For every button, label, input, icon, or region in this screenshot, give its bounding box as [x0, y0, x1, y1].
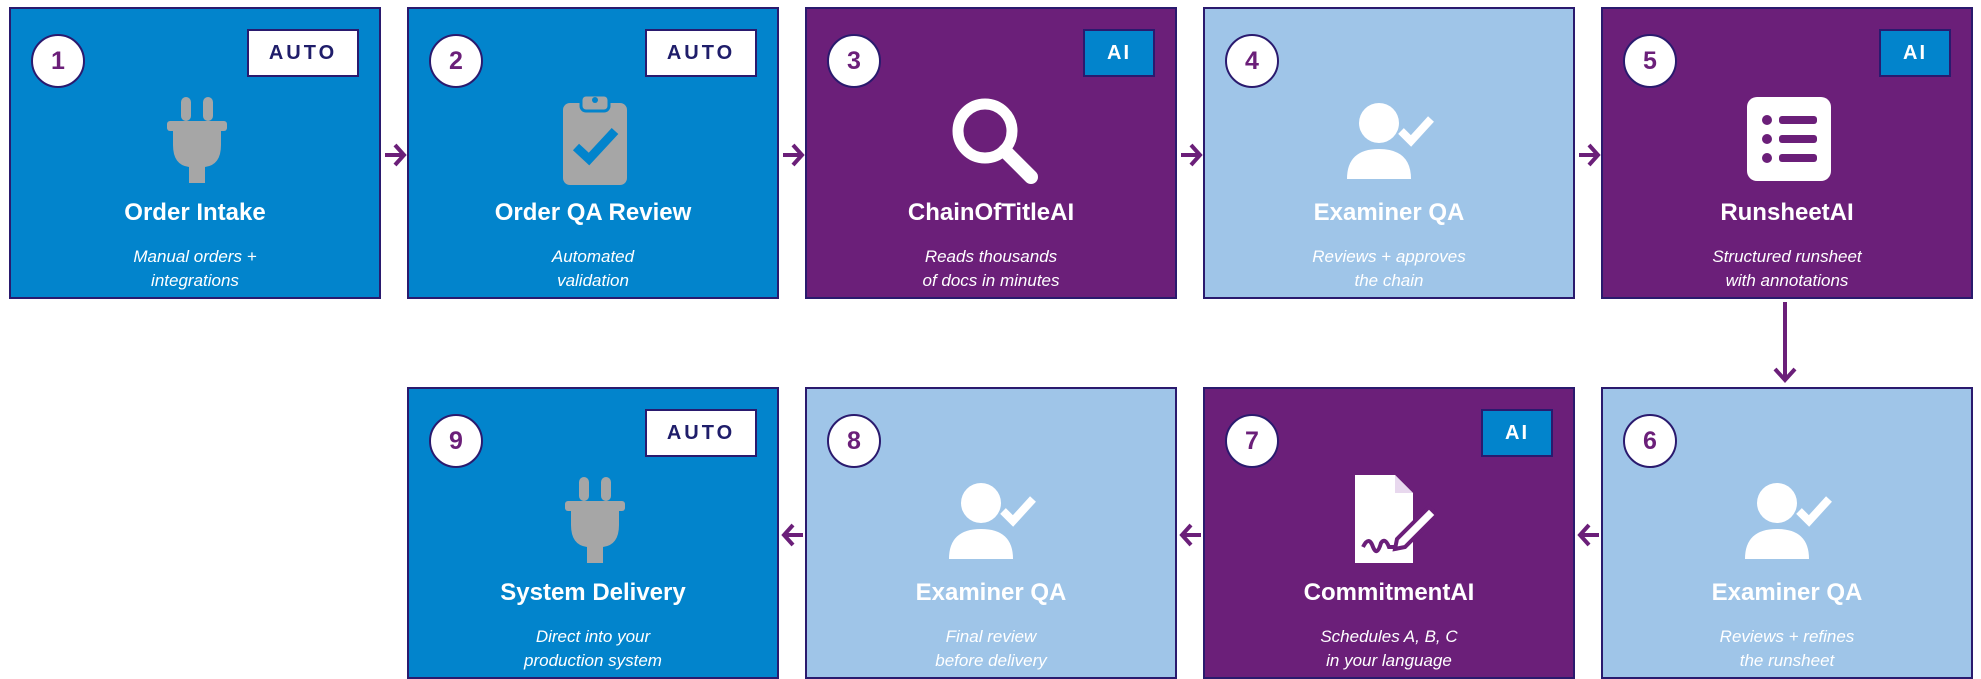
step-title: RunsheetAI	[1720, 199, 1854, 226]
ai-badge: AI	[1481, 409, 1553, 457]
step-title: Examiner QA	[1711, 579, 1863, 606]
step-number: 1	[31, 34, 85, 88]
arrow-right-4-5	[1579, 143, 1601, 167]
step-number: 2	[429, 34, 483, 88]
plug-icon	[167, 97, 227, 183]
step-subtitle: Reviews + refines the runsheet	[1719, 627, 1855, 670]
ai-badge: AI	[1879, 29, 1951, 77]
step-card-examiner-qa-final: 8 Examiner QA Final review before deliver…	[805, 387, 1177, 679]
ai-badge: AI	[1083, 29, 1155, 77]
step-card-examiner-qa-chain: 4 Examiner QA Reviews + approves the chai…	[1203, 7, 1575, 299]
arrow-right-2-3	[783, 143, 805, 167]
step-subtitle: Schedules A, B, Cin your language	[1320, 627, 1458, 670]
step-card-commitmentai: 7 AI CommitmentAI Schedules A, B, Cin yo…	[1203, 387, 1575, 679]
auto-badge: AUTO	[247, 29, 359, 77]
document-signature-icon	[1355, 475, 1440, 563]
step-card-system-delivery: 9 AUTO System Delivery Direct into your p…	[407, 387, 779, 679]
step-card-chainoftitleai: 3 AI ChainOfTitleAI Reads thousands of do…	[805, 7, 1177, 299]
step-subtitle: Reads thousands of docs in minutes	[922, 247, 1060, 290]
step-card-examiner-qa-runsheet: 6 Examiner QA Reviews + refines the runsh…	[1601, 387, 1973, 679]
step-number: 8	[827, 414, 881, 468]
auto-badge: AUTO	[645, 409, 757, 457]
arrow-right-3-4	[1181, 143, 1203, 167]
arrow-left-8-9	[781, 523, 803, 547]
step-title: Examiner QA	[1313, 199, 1465, 226]
step-subtitle: Manual orders + integrations	[133, 247, 257, 290]
step-card-order-intake: 1 AUTO Order Intake Manual orders + integ…	[9, 7, 381, 299]
step-card-order-qa-review: 2 AUTO Order QA Review Automated validati…	[407, 7, 779, 299]
step-subtitle: Automated validation	[551, 247, 635, 290]
arrow-left-6-7	[1577, 523, 1599, 547]
plug-icon	[565, 477, 625, 563]
user-check-icon	[1347, 103, 1434, 179]
step-number: 9	[429, 414, 483, 468]
magnifier-icon	[952, 98, 1038, 184]
arrow-right-1-2	[385, 143, 407, 167]
auto-badge: AUTO	[645, 29, 757, 77]
step-title: System Delivery	[500, 579, 686, 606]
step-title: CommitmentAI	[1303, 579, 1475, 606]
step-number: 7	[1225, 414, 1279, 468]
step-title: Order QA Review	[494, 199, 692, 226]
step-subtitle: Final review before delivery	[935, 627, 1047, 670]
arrow-down-5-6	[1773, 302, 1797, 383]
step-subtitle: Direct into your production system	[524, 627, 662, 670]
step-card-runsheetai: 5 AI RunsheetAI Structured runsheet with …	[1601, 7, 1973, 299]
step-title: ChainOfTitleAI	[907, 199, 1075, 226]
step-title: Order Intake	[124, 199, 266, 226]
step-title: Examiner QA	[915, 579, 1067, 606]
arrow-left-7-8	[1179, 523, 1201, 547]
step-subtitle: Structured runsheet with annotations	[1712, 247, 1862, 290]
step-number: 4	[1225, 34, 1279, 88]
step-number: 3	[827, 34, 881, 88]
user-check-icon	[949, 483, 1036, 559]
user-check-icon	[1745, 483, 1832, 559]
step-number: 5	[1623, 34, 1677, 88]
list-icon	[1747, 97, 1831, 181]
step-number: 6	[1623, 414, 1677, 468]
clipboard-check-icon	[563, 93, 627, 185]
step-subtitle: Reviews + approves the chain	[1312, 247, 1466, 290]
